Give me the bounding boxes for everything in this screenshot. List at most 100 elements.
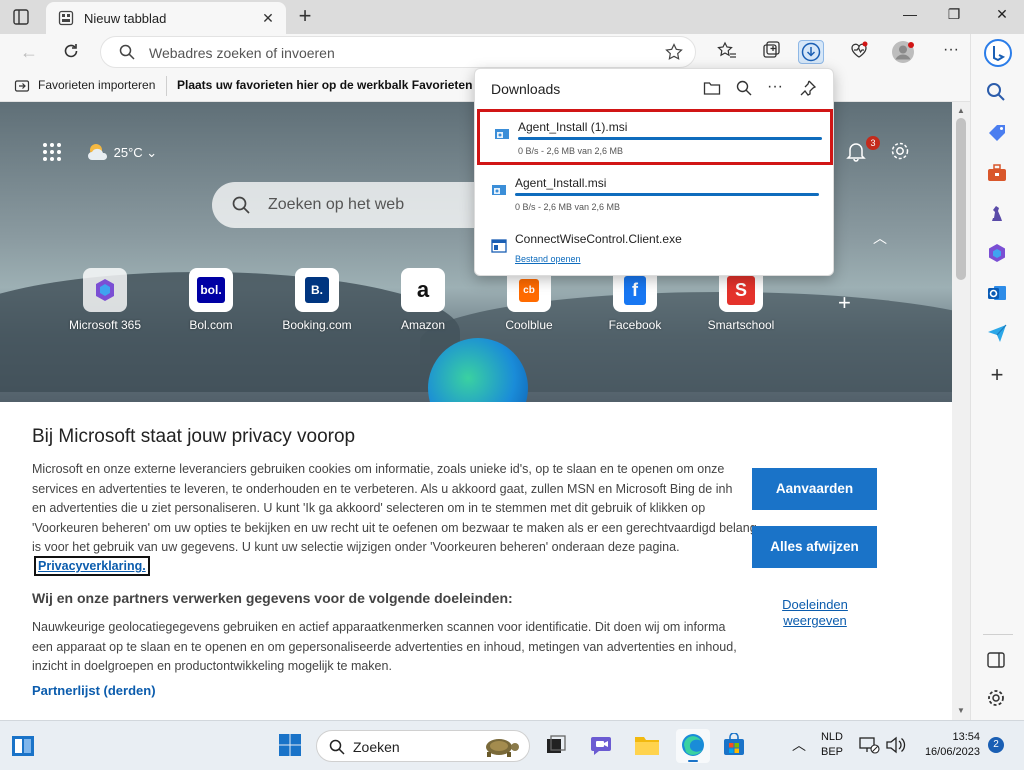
msi-installer-icon (494, 126, 510, 142)
weather-widget[interactable]: 25°C ⌄ (86, 142, 157, 165)
microsoft365-icon[interactable] (986, 242, 1008, 264)
favbar-separator (166, 76, 167, 96)
download-progress-bar (515, 193, 819, 196)
quicklink-label: Smartschool (707, 318, 775, 332)
scroll-up-arrow[interactable]: ▲ (956, 106, 966, 115)
privacy-statement-link[interactable]: Privacyverklaring. (34, 556, 150, 576)
close-window-button[interactable]: ✕ (990, 6, 1014, 28)
weather-cloud-icon (86, 142, 110, 165)
show-hidden-icons-chevron[interactable]: ︿ (786, 733, 812, 759)
sidebar-divider (983, 634, 1013, 635)
maximize-button[interactable]: ❐ (942, 6, 966, 28)
page-scrollbar[interactable]: ▲ ▼ (952, 102, 970, 720)
open-folder-icon[interactable] (703, 79, 723, 99)
download-file-name: Agent_Install.msi (515, 176, 607, 190)
turtle-search-highlight-icon (477, 733, 523, 766)
chevron-down-icon: ⌄ (146, 144, 158, 160)
file-explorer-icon[interactable] (634, 733, 660, 759)
network-icon[interactable] (858, 735, 880, 757)
privacy-title: Bij Microsoft staat jouw privacy voorop (32, 426, 356, 447)
download-item-agent-install[interactable]: Agent_Install.msi 0 B/s - 2,6 MB van 2,6… (477, 168, 833, 224)
chevron-up-icon[interactable]: ︿ (873, 228, 887, 248)
web-search-box[interactable]: Zoeken op het web (212, 182, 512, 228)
clock[interactable]: 13:54 16/06/2023 (914, 731, 980, 758)
back-button[interactable]: ← (18, 42, 40, 64)
partner-list-link[interactable]: Partnerlijst (derden) (32, 683, 156, 698)
notifications-bell-icon[interactable] (845, 140, 867, 162)
download-item-agent-install-1[interactable]: Agent_Install (1).msi 0 B/s - 2,6 MB van… (477, 109, 833, 165)
close-tab-icon[interactable]: ✕ (258, 8, 278, 28)
import-favorites-icon[interactable] (14, 78, 30, 99)
games-chess-icon[interactable] (986, 202, 1008, 224)
quicklink-bol[interactable]: bol. Bol.com (166, 268, 256, 332)
browser-essentials-icon[interactable] (846, 40, 872, 64)
scrollbar-thumb[interactable] (956, 118, 966, 280)
favorites-icon[interactable] (714, 40, 740, 64)
search-icon (232, 196, 250, 219)
download-progress-bar (518, 137, 822, 140)
widgets-icon[interactable] (10, 733, 36, 759)
teams-chat-icon[interactable] (590, 733, 616, 759)
search-downloads-icon[interactable] (735, 79, 755, 99)
profile-avatar[interactable] (890, 40, 916, 64)
reject-all-button[interactable]: Alles afwijzen (752, 526, 877, 568)
new-tab-page-icon (58, 10, 74, 26)
more-options-icon[interactable]: ··· (767, 79, 787, 99)
quicklink-microsoft365[interactable]: Microsoft 365 (60, 268, 150, 332)
task-view-icon[interactable] (544, 733, 570, 759)
language-code: NLD (820, 731, 843, 743)
show-purposes-link[interactable]: Doeleinden weergeven (768, 597, 862, 629)
settings-menu-button[interactable]: ··· (938, 40, 964, 64)
tab-bar: Nieuw tabblad ✕ + — ❐ ✕ (0, 0, 1024, 34)
outlook-icon[interactable] (986, 282, 1008, 304)
add-sidebar-app-button[interactable]: + (986, 364, 1008, 386)
quicklink-label: Booking.com (282, 318, 352, 332)
quicklink-label: Microsoft 365 (68, 318, 142, 332)
shopping-tag-icon[interactable] (986, 122, 1008, 144)
download-item-connectwise[interactable]: ConnectWiseControl.Client.exe Bestand op… (477, 224, 833, 280)
sidebar-settings-gear-icon[interactable] (986, 688, 1008, 710)
search-icon[interactable] (986, 82, 1008, 104)
tools-toolbox-icon[interactable] (986, 162, 1008, 184)
taskbar-search[interactable]: Zoeken (316, 730, 530, 762)
clock-time: 13:54 (952, 731, 980, 743)
address-bar[interactable]: Webadres zoeken of invoeren (100, 36, 696, 68)
msi-installer-icon (491, 182, 507, 198)
scroll-down-arrow[interactable]: ▼ (956, 706, 966, 715)
open-file-link[interactable]: Bestand openen (515, 254, 581, 264)
pin-icon[interactable] (799, 79, 819, 99)
favorite-star-icon[interactable] (665, 43, 683, 66)
start-button-icon[interactable] (278, 733, 304, 759)
accept-button[interactable]: Aanvaarden (752, 468, 877, 510)
collections-icon[interactable] (758, 40, 784, 64)
search-icon (329, 739, 345, 760)
add-quicklink-button[interactable]: + (838, 290, 851, 316)
page-settings-gear-icon[interactable] (889, 140, 911, 162)
import-favorites-link[interactable]: Favorieten importeren (38, 78, 155, 92)
volume-icon[interactable] (884, 735, 906, 757)
notification-center-badge[interactable]: 2 (988, 737, 1004, 753)
tab-new-tab[interactable]: Nieuw tabblad ✕ (46, 2, 286, 34)
send-paper-plane-icon[interactable] (986, 322, 1008, 344)
quicklink-booking[interactable]: B. Booking.com (272, 268, 362, 332)
input-language[interactable]: NLD BEP (814, 731, 850, 758)
microsoft-store-icon[interactable] (722, 732, 748, 759)
minimize-button[interactable]: — (898, 6, 922, 28)
downloads-button[interactable] (798, 40, 824, 64)
download-status: 0 B/s - 2,6 MB van 2,6 MB (518, 146, 624, 156)
privacy-body: Microsoft en onze externe leveranciers g… (32, 460, 792, 558)
temperature: 25°C (113, 144, 143, 160)
tab-actions-icon[interactable] (12, 8, 30, 26)
bing-chat-icon[interactable] (983, 38, 1013, 68)
hide-sidebar-icon[interactable] (986, 650, 1008, 672)
quicklink-amazon[interactable]: a Amazon (378, 268, 468, 332)
windows-taskbar: Zoeken ︿ NLD BEP 13:54 16/06/2023 2 (0, 720, 1024, 770)
bol-icon: bol. (189, 268, 233, 312)
apps-launcher-icon[interactable] (42, 142, 62, 162)
edge-taskbar-icon[interactable] (676, 729, 710, 763)
refresh-button[interactable] (60, 42, 82, 64)
address-toolbar: ← Webadres zoeken of invoeren ··· (0, 34, 1024, 70)
tab-title: Nieuw tabblad (84, 11, 167, 26)
new-tab-button[interactable]: + (294, 5, 316, 28)
privacy-body-line: en advertenties die u ziet personalisere… (32, 501, 706, 516)
